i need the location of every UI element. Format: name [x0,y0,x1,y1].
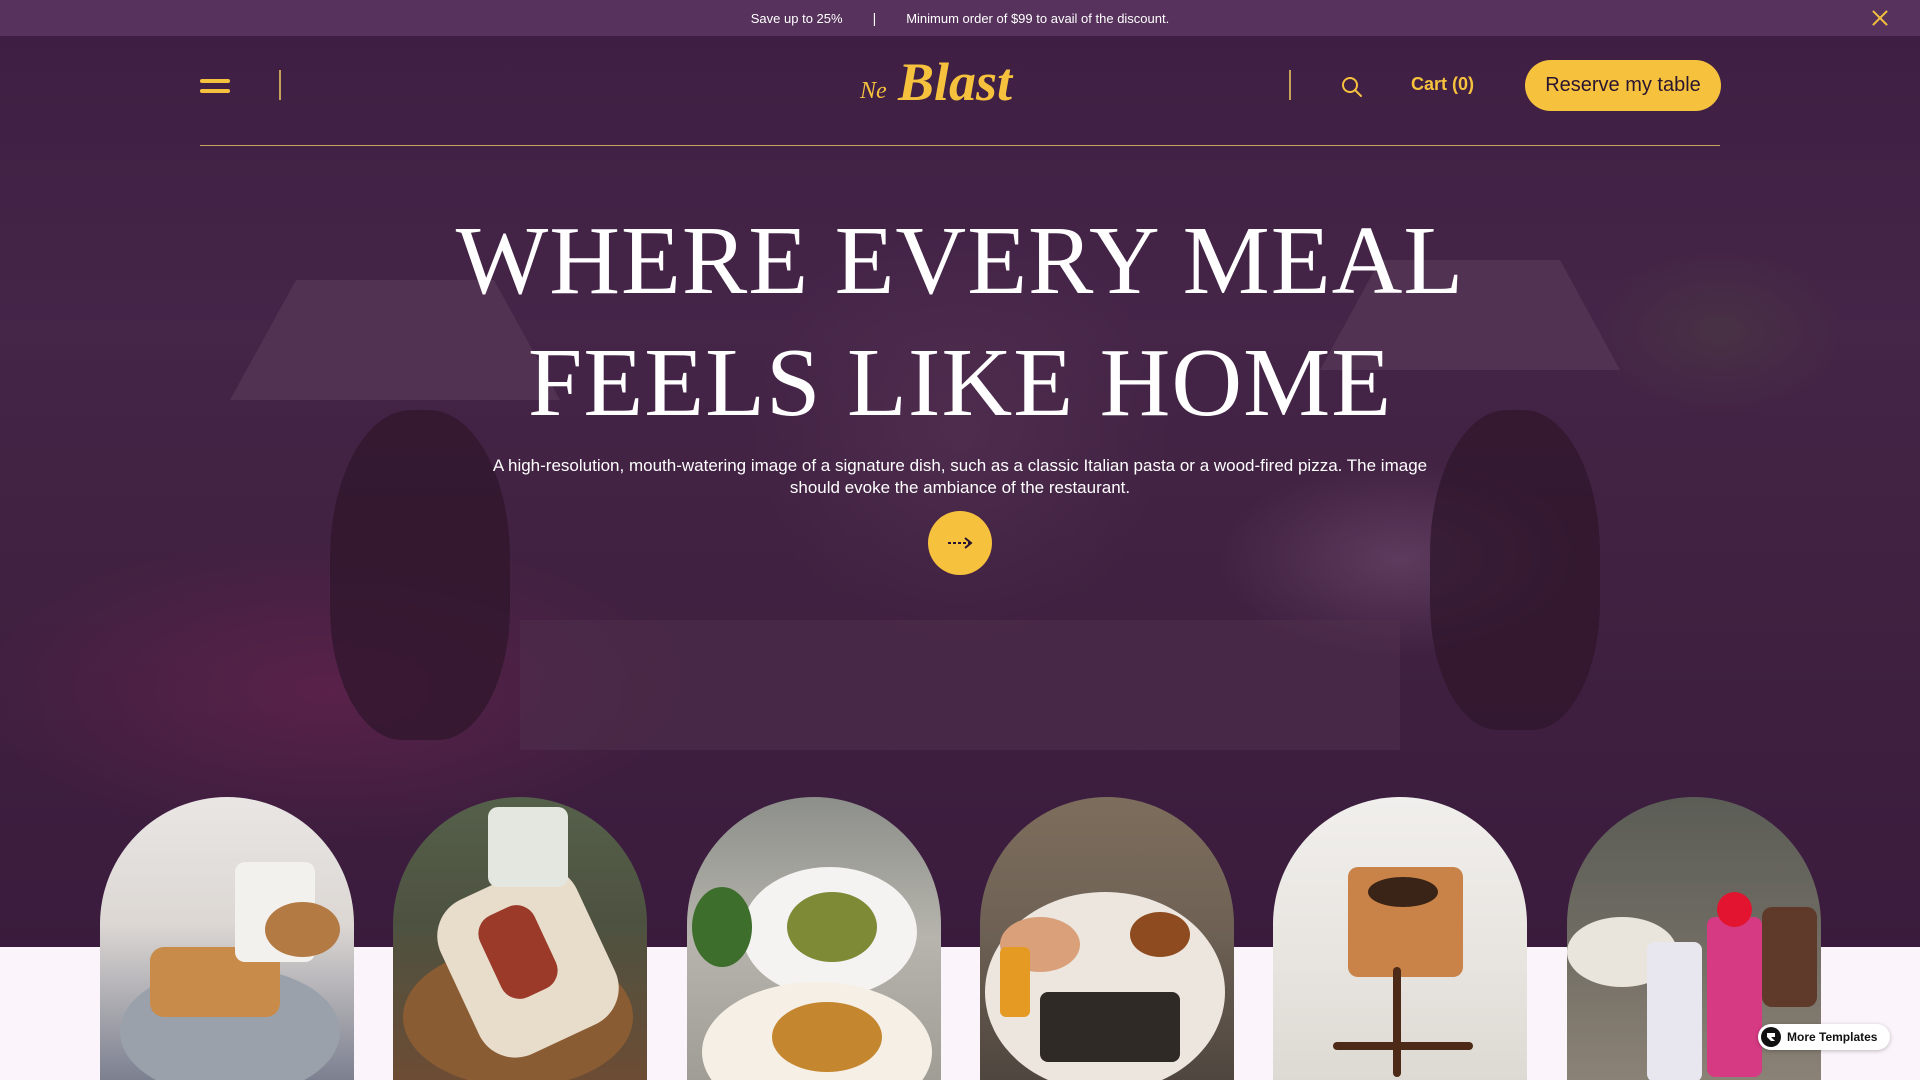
hero-headline: WHERE EVERY MEAL FEELS LIKE HOME [360,200,1560,444]
promo-separator: | [872,10,877,26]
site-header: Ne Blast Cart (0) Reserve my table [200,36,1721,146]
menu-icon[interactable] [200,76,230,96]
framer-icon [1761,1027,1781,1047]
logo[interactable]: Ne Blast [858,50,1068,120]
hero-subtext: A high-resolution, mouth-watering image … [492,456,1428,497]
promo-message: Save up to 25% [750,10,843,26]
reserve-table-button[interactable]: Reserve my table [1525,60,1721,111]
dish-card-spread[interactable] [980,797,1234,1080]
logo-wordmark: Blast [897,52,1014,112]
more-templates-badge[interactable]: More Templates [1758,1024,1890,1050]
hero-arrow-button[interactable] [928,511,992,575]
more-templates-label: More Templates [1787,1030,1878,1044]
headline-line-1: WHERE EVERY MEAL [455,207,1465,315]
headline-line-2: FEELS LIKE HOME [527,329,1393,437]
logo-prefix: Ne [859,78,887,104]
divider-left [279,70,281,100]
promo-detail: Minimum order of $99 to avail of the dis… [906,10,1170,26]
arrow-right-icon [948,537,973,549]
dish-gallery [0,797,1920,1080]
dish-card-cake[interactable] [1273,797,1527,1080]
cart-link[interactable]: Cart (0) [1411,74,1474,95]
dish-card-salad[interactable] [687,797,941,1080]
divider-right [1289,70,1291,100]
close-icon[interactable] [1870,8,1890,28]
search-icon[interactable] [1341,76,1363,98]
dish-card-wrap[interactable] [393,797,647,1080]
dish-card-breakfast[interactable] [100,797,354,1080]
promo-bar: Save up to 25% | Minimum order of $99 to… [0,0,1920,36]
